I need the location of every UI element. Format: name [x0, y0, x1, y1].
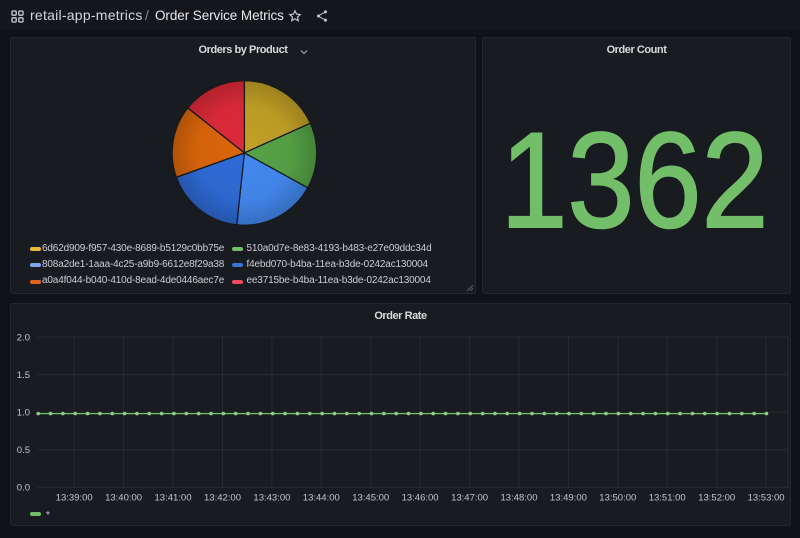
svg-text:13:50:00: 13:50:00	[599, 492, 636, 503]
svg-text:13:40:00: 13:40:00	[105, 492, 142, 503]
svg-text:13:42:00: 13:42:00	[204, 492, 241, 503]
svg-text:13:49:00: 13:49:00	[550, 492, 587, 503]
svg-text:0.0: 0.0	[17, 483, 30, 494]
svg-text:13:43:00: 13:43:00	[253, 492, 290, 503]
svg-text:13:52:00: 13:52:00	[698, 492, 735, 503]
svg-text:2.0: 2.0	[17, 332, 30, 343]
svg-text:13:48:00: 13:48:00	[501, 492, 538, 503]
svg-text:13:41:00: 13:41:00	[155, 492, 192, 503]
svg-text:13:44:00: 13:44:00	[303, 492, 340, 503]
svg-text:13:51:00: 13:51:00	[649, 492, 686, 503]
svg-text:0.5: 0.5	[17, 445, 30, 456]
svg-text:13:45:00: 13:45:00	[352, 492, 389, 503]
svg-text:13:53:00: 13:53:00	[748, 492, 785, 503]
svg-text:13:39:00: 13:39:00	[56, 492, 93, 503]
svg-text:13:46:00: 13:46:00	[402, 492, 439, 503]
svg-text:1.0: 1.0	[17, 408, 30, 419]
svg-text:1.5: 1.5	[17, 370, 30, 381]
svg-text:13:47:00: 13:47:00	[451, 492, 488, 503]
